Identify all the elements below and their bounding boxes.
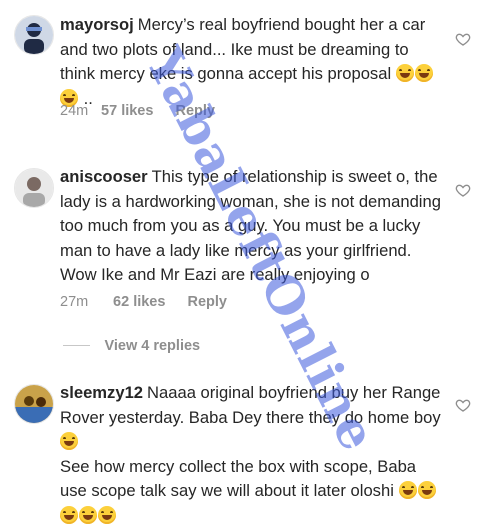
comment-body-continued: See how mercy collect the box with scope… (60, 456, 417, 501)
view-replies-toggle[interactable]: View 4 replies (63, 337, 200, 357)
face-with-tears-of-joy-icon (398, 481, 417, 499)
timestamp: 27m (60, 294, 89, 310)
face-with-tears-of-joy-icon (60, 432, 78, 450)
timestamp: 24m (60, 103, 89, 119)
likes-count[interactable]: 62 likes (113, 294, 165, 310)
username[interactable]: aniscooser (60, 167, 148, 186)
reply-button[interactable]: Reply (187, 294, 227, 310)
loudly-crying-face-icon (414, 64, 433, 82)
like-heart-icon[interactable] (455, 31, 471, 47)
face-with-tears-of-joy-icon (79, 505, 97, 524)
face-with-tears-of-joy-icon (98, 505, 116, 524)
comment-text: mayorsoj Mercy’s real boyfriend bought he… (60, 13, 445, 111)
face-with-tears-of-joy-icon (417, 481, 436, 499)
avatar[interactable] (14, 168, 54, 208)
avatar[interactable] (14, 384, 54, 424)
avatar[interactable] (14, 15, 54, 55)
face-with-tears-of-joy-icon (395, 64, 414, 82)
reply-button[interactable]: Reply (175, 103, 215, 119)
comment-meta: 24m 57 likes Reply (60, 103, 215, 119)
face-with-tears-of-joy-icon (60, 505, 78, 524)
comment-meta: 27m 62 likes Reply (60, 294, 227, 310)
username[interactable]: mayorsoj (60, 15, 134, 34)
comment-text: sleemzy12 Naaaa original boyfriend buy he… (60, 381, 445, 528)
likes-count[interactable]: 57 likes (101, 103, 153, 119)
view-replies-label[interactable]: View 4 replies (104, 338, 200, 354)
comment-text: aniscooser This type of relationship is s… (60, 165, 445, 288)
like-heart-icon[interactable] (455, 397, 471, 413)
divider-line (63, 345, 90, 347)
username[interactable]: sleemzy12 (60, 383, 143, 402)
like-heart-icon[interactable] (455, 182, 471, 198)
